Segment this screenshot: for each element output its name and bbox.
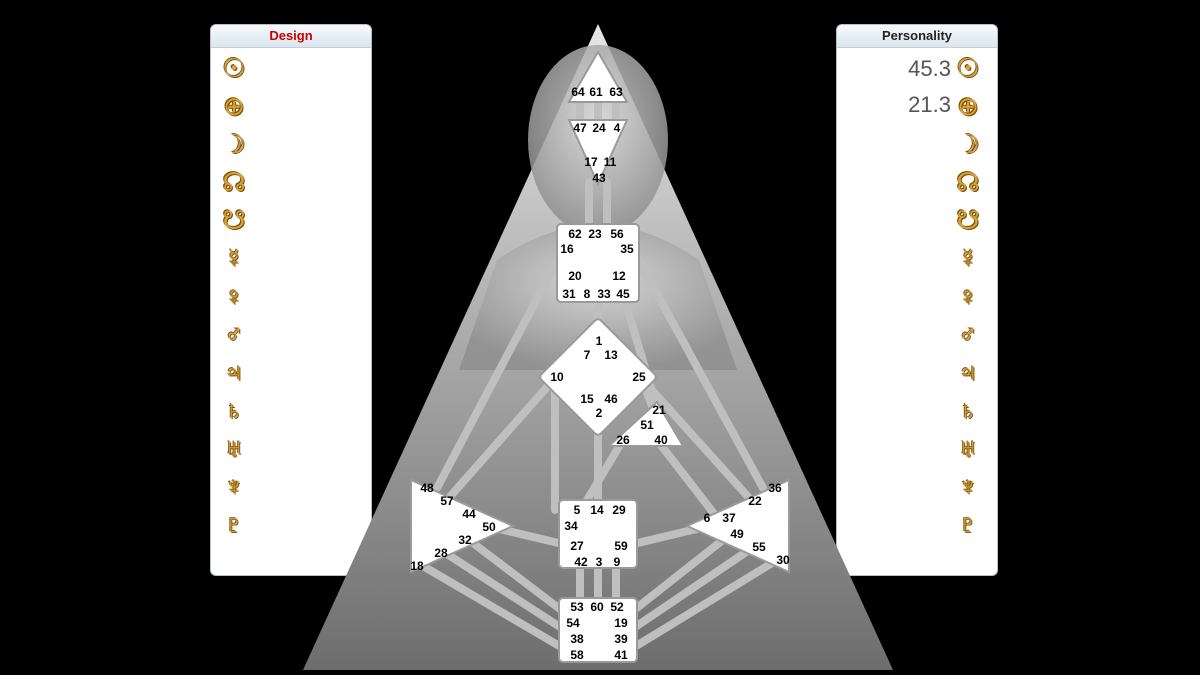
moon-icon: ☽ — [951, 127, 985, 161]
personality-value-sun: 45.3 — [908, 51, 951, 87]
gate-24: 24 — [592, 122, 605, 134]
gate-51: 51 — [640, 419, 653, 431]
gate-31: 31 — [562, 288, 575, 300]
mars-icon: ♂ — [951, 317, 985, 351]
gate-9: 9 — [614, 556, 621, 568]
gate-43: 43 — [592, 172, 605, 184]
pluto-icon: ♇ — [217, 507, 251, 541]
gate-15: 15 — [580, 393, 593, 405]
mars-icon: ♂ — [217, 317, 251, 351]
gate-55: 55 — [752, 541, 765, 553]
gate-11: 11 — [604, 156, 617, 168]
gate-63: 63 — [609, 86, 622, 98]
gate-52: 52 — [610, 601, 623, 613]
saturn-icon: ♄ — [217, 393, 251, 427]
gate-53: 53 — [570, 601, 583, 613]
gate-25: 25 — [632, 371, 645, 383]
uranus-icon: ♅ — [217, 431, 251, 465]
moon-icon: ☽ — [217, 127, 251, 161]
gate-62: 62 — [568, 228, 581, 240]
gate-20: 20 — [568, 270, 581, 282]
uranus-icon: ♅ — [951, 431, 985, 465]
gate-54: 54 — [566, 617, 579, 629]
gate-12: 12 — [612, 270, 625, 282]
gate-27: 27 — [570, 540, 583, 552]
earth-icon: ⊕ — [951, 89, 985, 123]
gate-59: 59 — [614, 540, 627, 552]
gate-18: 18 — [410, 560, 423, 572]
gate-22: 22 — [748, 495, 761, 507]
gate-21: 21 — [652, 404, 665, 416]
gate-29: 29 — [612, 504, 625, 516]
gate-41: 41 — [614, 649, 627, 661]
gate-37: 37 — [722, 512, 735, 524]
gate-48: 48 — [420, 482, 433, 494]
south-node-icon: ☋ — [951, 203, 985, 237]
gate-8: 8 — [584, 288, 591, 300]
gate-44: 44 — [462, 508, 475, 520]
gate-40: 40 — [654, 434, 667, 446]
neptune-icon: ♆ — [951, 469, 985, 503]
gate-46: 46 — [604, 393, 617, 405]
gate-13: 13 — [604, 349, 617, 361]
gate-49: 49 — [730, 528, 743, 540]
gate-7: 7 — [584, 349, 591, 361]
north-node-icon: ☊ — [951, 165, 985, 199]
gate-6: 6 — [704, 512, 711, 524]
earth-icon: ⊕ — [217, 89, 251, 123]
mercury-icon: ☿ — [951, 241, 985, 275]
design-glyph-column: ☉ ⊕ ☽ ☊ ☋ ☿ ♀ ♂ ♃ ♄ ♅ ♆ ♇ — [217, 51, 257, 541]
gate-64: 64 — [571, 86, 584, 98]
gate-34: 34 — [564, 520, 577, 532]
sun-icon: ☉ — [217, 51, 251, 85]
gate-35: 35 — [620, 243, 633, 255]
gate-38: 38 — [570, 633, 583, 645]
gate-61: 61 — [589, 86, 602, 98]
gate-60: 60 — [590, 601, 603, 613]
gate-16: 16 — [560, 243, 573, 255]
gate-42: 42 — [574, 556, 587, 568]
gate-2: 2 — [596, 407, 603, 419]
gate-5: 5 — [574, 504, 581, 516]
gate-23: 23 — [588, 228, 601, 240]
gate-36: 36 — [768, 482, 781, 494]
gate-30: 30 — [776, 554, 789, 566]
gate-17: 17 — [584, 156, 597, 168]
venus-icon: ♀ — [951, 279, 985, 313]
gate-19: 19 — [614, 617, 627, 629]
gate-1: 1 — [596, 335, 603, 347]
gate-57: 57 — [440, 495, 453, 507]
bodygraph: 6461634724417114362235616352012318334517… — [297, 10, 903, 675]
gate-26: 26 — [616, 434, 629, 446]
stage: Design ☉ ⊕ ☽ ☊ ☋ ☿ ♀ ♂ ♃ ♄ ♅ ♆ ♇ Persona… — [0, 0, 1200, 675]
gate-50: 50 — [482, 521, 495, 533]
gate-number-layer: 6461634724417114362235616352012318334517… — [297, 10, 903, 675]
gate-32: 32 — [458, 534, 471, 546]
saturn-icon: ♄ — [951, 393, 985, 427]
jupiter-icon: ♃ — [217, 355, 251, 389]
gate-28: 28 — [434, 547, 447, 559]
gate-14: 14 — [590, 504, 603, 516]
south-node-icon: ☋ — [217, 203, 251, 237]
north-node-icon: ☊ — [217, 165, 251, 199]
neptune-icon: ♆ — [217, 469, 251, 503]
gate-47: 47 — [573, 122, 586, 134]
gate-45: 45 — [616, 288, 629, 300]
gate-4: 4 — [614, 122, 621, 134]
personality-glyph-column: ☉ ⊕ ☽ ☊ ☋ ☿ ♀ ♂ ♃ ♄ ♅ ♆ ♇ — [951, 51, 991, 541]
personality-values: 45.3 21.3 — [908, 51, 951, 123]
gate-58: 58 — [570, 649, 583, 661]
personality-value-earth: 21.3 — [908, 87, 951, 123]
jupiter-icon: ♃ — [951, 355, 985, 389]
gate-56: 56 — [610, 228, 623, 240]
gate-3: 3 — [596, 556, 603, 568]
gate-10: 10 — [550, 371, 563, 383]
mercury-icon: ☿ — [217, 241, 251, 275]
gate-33: 33 — [597, 288, 610, 300]
venus-icon: ♀ — [217, 279, 251, 313]
pluto-icon: ♇ — [951, 507, 985, 541]
gate-39: 39 — [614, 633, 627, 645]
sun-icon: ☉ — [951, 51, 985, 85]
